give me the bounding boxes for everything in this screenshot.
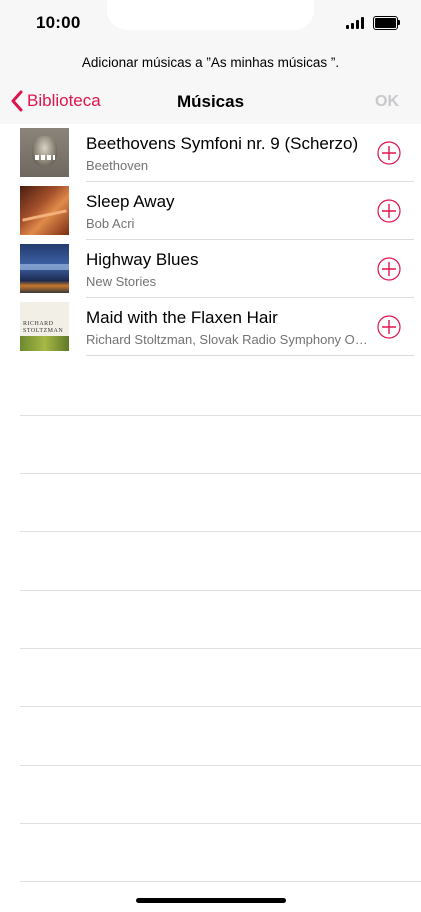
- song-title: Maid with the Flaxen Hair: [86, 308, 278, 327]
- song-list: Beethovens Symfoni nr. 9 (Scherzo) Beeth…: [0, 124, 421, 356]
- empty-row-separator: [20, 415, 421, 416]
- add-circle-icon[interactable]: [377, 141, 401, 165]
- empty-row-separator: [20, 648, 421, 649]
- artwork-text: STOLTZMAN: [23, 328, 64, 334]
- empty-row-separator: [20, 823, 421, 824]
- song-artist: Bob Acri: [86, 216, 135, 231]
- empty-row-separator: [20, 706, 421, 707]
- status-time: 10:00: [36, 13, 81, 32]
- album-artwork: [20, 186, 69, 235]
- empty-row-separator: [20, 590, 421, 591]
- song-row[interactable]: Highway Blues New Stories: [0, 240, 421, 298]
- add-circle-icon[interactable]: [377, 315, 401, 339]
- empty-row-separator: [20, 473, 421, 474]
- battery-icon: [373, 16, 398, 30]
- song-artist: Beethoven: [86, 158, 149, 173]
- ok-button[interactable]: OK: [375, 93, 399, 111]
- add-circle-icon[interactable]: [377, 199, 401, 223]
- row-separator: [86, 355, 414, 356]
- battery-cap: [398, 20, 400, 25]
- page-title: Músicas: [176, 92, 245, 111]
- song-title: Beethovens Symfoni nr. 9 (Scherzo): [86, 134, 359, 153]
- add-circle-icon[interactable]: [377, 257, 401, 281]
- empty-row-separator: [20, 765, 421, 766]
- song-artist: New Stories: [86, 274, 157, 289]
- song-artist: Richard Stoltzman, Slovak Radio Symphony…: [86, 332, 368, 347]
- song-row[interactable]: Sleep Away Bob Acri: [0, 182, 421, 240]
- song-row[interactable]: RICHARD STOLTZMAN Maid with the Flaxen H…: [0, 298, 421, 356]
- song-row[interactable]: Beethovens Symfoni nr. 9 (Scherzo) Beeth…: [0, 124, 421, 182]
- album-artwork: RICHARD STOLTZMAN: [20, 302, 69, 351]
- album-artwork: [20, 128, 69, 177]
- status-bar: 10:00: [0, 0, 421, 44]
- signal-icon: [346, 17, 366, 29]
- device-notch: [107, 0, 314, 30]
- home-indicator[interactable]: [136, 898, 286, 903]
- song-title: Sleep Away: [86, 192, 175, 211]
- empty-row-separator: [20, 881, 421, 882]
- song-title: Highway Blues: [86, 250, 199, 269]
- navigation-bar: Biblioteca Músicas OK: [0, 84, 421, 120]
- add-songs-prompt: Adicionar músicas a ”As minhas músicas ”…: [81, 55, 340, 70]
- album-artwork: [20, 244, 69, 293]
- top-area: 10:00 Adicionar músicas a ”As minhas mús…: [0, 0, 421, 124]
- artwork-text: RICHARD: [23, 321, 54, 327]
- empty-row-separator: [20, 531, 421, 532]
